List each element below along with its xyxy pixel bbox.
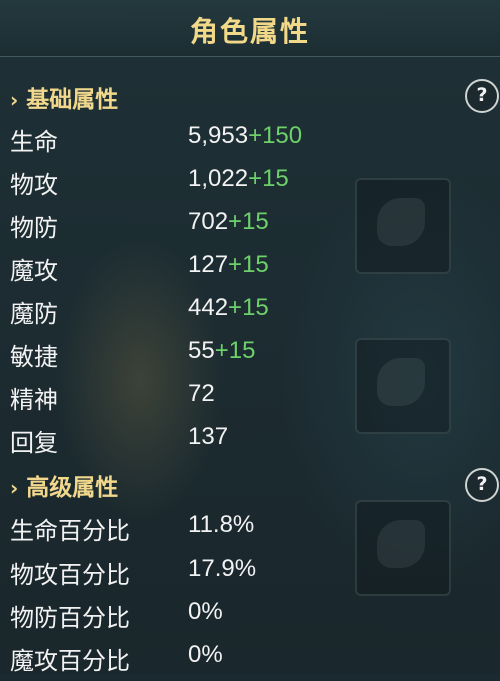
- stat-value: 127+15: [188, 251, 269, 278]
- section-title: 基础属性: [26, 87, 119, 113]
- stat-row: 生命 5,953+150: [0, 122, 500, 162]
- help-button[interactable]: ?: [465, 79, 499, 113]
- stat-row: 魔防 442+15: [0, 294, 500, 334]
- stat-row: 魔攻 127+15: [0, 251, 500, 291]
- stat-name: 生命: [10, 128, 58, 156]
- help-button[interactable]: ?: [465, 468, 499, 502]
- stat-row: 回复 137: [0, 423, 500, 463]
- stat-row: 物防 702+15: [0, 208, 500, 248]
- section-basic-attributes: › 基础属性: [10, 80, 118, 114]
- stat-value: 442+15: [188, 294, 269, 321]
- chevron-right-icon: ›: [10, 476, 19, 500]
- stat-value: 11.8%: [188, 511, 255, 538]
- stat-row: 精神 72: [0, 380, 500, 420]
- stat-value: 0%: [188, 641, 223, 668]
- stat-row: 物防百分比 0%: [0, 598, 500, 638]
- stat-row: 生命百分比 11.8%: [0, 511, 500, 551]
- stat-name: 精神: [10, 386, 58, 414]
- stat-value: 702+15: [188, 208, 269, 235]
- stat-name: 物防: [10, 214, 58, 242]
- stat-bonus: +15: [228, 251, 269, 278]
- stat-bonus: +150: [248, 122, 303, 149]
- stat-name: 物攻百分比: [10, 561, 130, 589]
- stat-value: 0%: [188, 598, 223, 625]
- stat-value: 5,953+150: [188, 122, 303, 149]
- stat-name: 物攻: [10, 171, 58, 199]
- stat-value: 1,022+15: [188, 165, 289, 192]
- stat-value: 137: [188, 423, 229, 450]
- stat-row: 敏捷 55+15: [0, 337, 500, 377]
- stat-name: 回复: [10, 429, 58, 457]
- stat-bonus: +15: [228, 294, 269, 321]
- stat-bonus: +15: [248, 165, 289, 192]
- stat-name: 生命百分比: [10, 517, 130, 545]
- stat-row: 魔攻百分比 0%: [0, 641, 500, 681]
- section-advanced-attributes: › 高级属性: [10, 468, 118, 502]
- stat-row: 物攻百分比 17.9%: [0, 555, 500, 595]
- stat-row: 物攻 1,022+15: [0, 165, 500, 205]
- stat-value: 72: [188, 380, 215, 407]
- stat-name: 魔攻百分比: [10, 647, 130, 675]
- chevron-right-icon: ›: [10, 88, 19, 112]
- section-title: 高级属性: [26, 475, 119, 501]
- stat-name: 物防百分比: [10, 604, 130, 632]
- panel-title: 角色属性: [189, 15, 310, 48]
- stat-value: 17.9%: [188, 555, 257, 582]
- panel-header: 角色属性: [0, 0, 500, 57]
- stat-name: 魔防: [10, 300, 58, 328]
- stat-bonus: +15: [214, 337, 256, 364]
- stat-value: 55+15: [188, 337, 256, 364]
- stat-name: 魔攻: [10, 257, 58, 285]
- stat-bonus: +15: [228, 208, 269, 235]
- stat-name: 敏捷: [10, 343, 58, 371]
